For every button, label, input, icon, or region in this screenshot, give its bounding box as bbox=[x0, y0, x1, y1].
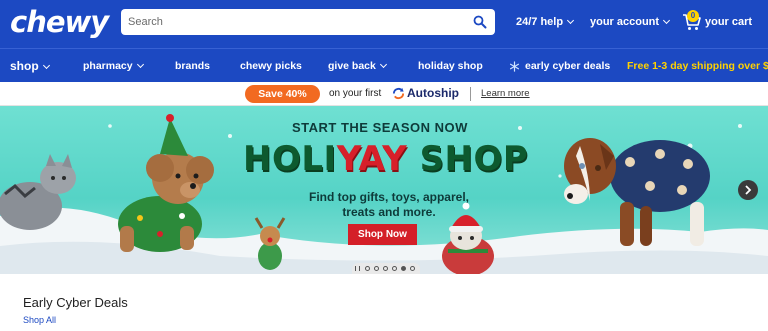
save-badge: Save 40% bbox=[245, 85, 320, 103]
chevron-down-icon bbox=[379, 60, 387, 69]
autoship-logo-text: Autoship bbox=[407, 86, 459, 100]
snowflake-icon bbox=[509, 61, 520, 72]
help-link[interactable]: 24/7 help bbox=[516, 16, 575, 28]
shop-now-button[interactable]: Shop Now bbox=[348, 224, 417, 245]
top-header: chewy 24/7 help your account 0 your cart bbox=[0, 0, 768, 48]
nav-holiday-shop[interactable]: holiday shop bbox=[418, 60, 483, 72]
account-link[interactable]: your account bbox=[590, 16, 671, 28]
promo-text: on your first bbox=[329, 88, 382, 99]
carousel-dot[interactable] bbox=[392, 266, 397, 271]
autoship-icon bbox=[392, 87, 405, 100]
hero-title: HOLIYAY SHOP bbox=[243, 139, 529, 179]
pause-icon[interactable] bbox=[355, 266, 360, 271]
search-input[interactable] bbox=[121, 9, 451, 35]
chewy-logo[interactable]: chewy bbox=[10, 5, 109, 39]
hero-banner[interactable]: START THE SEASON NOW HOLIYAY SHOP Find t… bbox=[0, 106, 768, 274]
chevron-down-icon bbox=[567, 16, 575, 25]
chevron-down-icon bbox=[136, 60, 144, 69]
carousel-dot[interactable] bbox=[383, 266, 388, 271]
nav-chewy-picks[interactable]: chewy picks bbox=[240, 60, 302, 72]
chevron-down-icon bbox=[42, 61, 50, 70]
cart-link[interactable]: your cart bbox=[705, 16, 752, 28]
carousel-dot[interactable] bbox=[365, 266, 370, 271]
autoship-promo-strip[interactable]: Save 40% on your first Autoship Learn mo… bbox=[0, 82, 768, 106]
nav-shop[interactable]: shop bbox=[10, 59, 50, 73]
chevron-right-icon bbox=[745, 185, 752, 195]
shop-all-link[interactable]: Shop All bbox=[23, 315, 56, 325]
nav-brands[interactable]: brands bbox=[175, 60, 210, 72]
chevron-down-icon bbox=[663, 16, 671, 25]
cart-count-badge: 0 bbox=[687, 10, 699, 22]
carousel-indicator bbox=[352, 263, 420, 274]
main-nav: shop pharmacy brands chewy picks give ba… bbox=[0, 48, 768, 82]
search-bar[interactable] bbox=[121, 9, 495, 35]
carousel-dot[interactable] bbox=[374, 266, 379, 271]
hero-subtitle: Find top gifts, toys, apparel, treats an… bbox=[308, 190, 469, 219]
search-icon[interactable] bbox=[473, 15, 487, 29]
nav-give-back[interactable]: give back bbox=[328, 60, 387, 72]
nav-pharmacy[interactable]: pharmacy bbox=[83, 60, 144, 72]
section-title: Early Cyber Deals bbox=[23, 295, 128, 310]
carousel-dot-active[interactable] bbox=[401, 266, 406, 271]
learn-more-link[interactable]: Learn more bbox=[481, 88, 530, 99]
promo-divider bbox=[470, 87, 471, 101]
free-shipping-banner[interactable]: Free 1-3 day shipping over $49 bbox=[627, 60, 768, 72]
nav-early-cyber-deals[interactable]: early cyber deals bbox=[525, 60, 610, 72]
carousel-next-button[interactable] bbox=[738, 180, 758, 200]
hero-kicker: START THE SEASON NOW bbox=[292, 120, 468, 135]
carousel-dot[interactable] bbox=[410, 266, 415, 271]
